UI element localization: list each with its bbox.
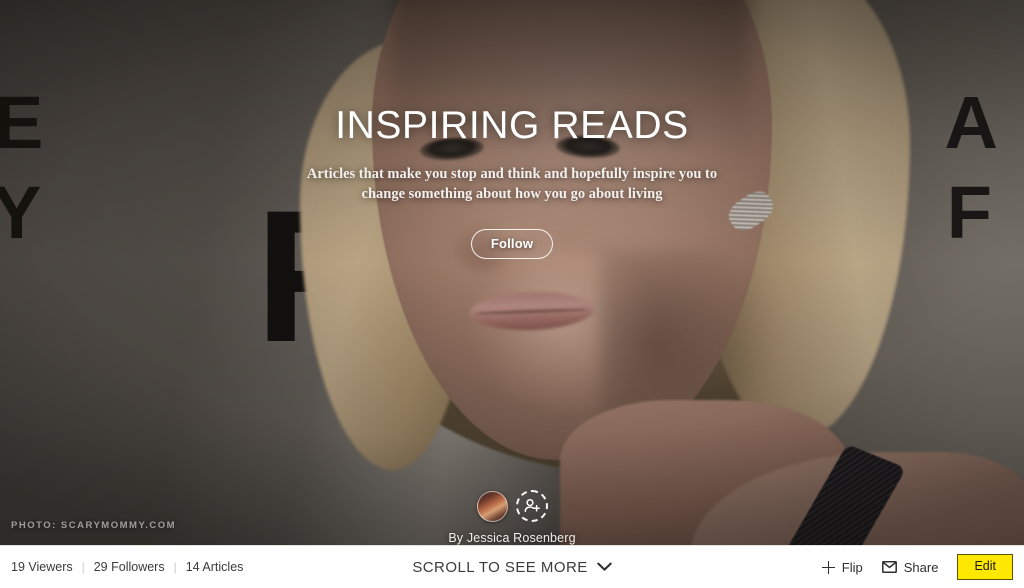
flip-button[interactable]: Flip [821,559,863,575]
stats-group: 19 Viewers | 29 Followers | 14 Articles [11,560,243,574]
chevron-down-icon [596,562,612,571]
cover-content: INSPIRING READS Articles that make you s… [0,0,1024,545]
magazine-description: Articles that make you stop and think an… [306,165,718,203]
share-label: Share [903,559,939,575]
flip-label: Flip [841,559,863,575]
stat-viewers: 19 Viewers [11,560,73,574]
stat-separator: | [81,560,85,574]
photo-credit: PHOTO: SCARYMOMMY.COM [11,520,177,531]
plus-icon [821,560,835,574]
bar-actions-group: Flip Share Edit [821,553,1013,581]
bottom-action-bar: 19 Viewers | 29 Followers | 14 Articles … [0,545,1024,588]
scroll-cta-label: SCROLL TO SEE MORE [412,558,588,576]
stat-separator: | [173,560,177,574]
edit-button[interactable]: Edit [957,553,1013,581]
follow-button[interactable]: Follow [470,228,554,259]
add-contributor-icon[interactable] [515,490,548,522]
scroll-to-see-more-button[interactable]: SCROLL TO SEE MORE [392,559,632,576]
avatar[interactable] [476,490,508,522]
stat-articles: 14 Articles [185,560,244,574]
contributors-row [476,490,548,522]
envelope-icon [881,561,897,573]
stat-followers: 29 Followers [93,560,165,574]
flipboard-magazine-cover: E Y R E A F [0,0,1024,588]
cover-hero: E Y R E A F [0,0,1024,545]
byline: By Jessica Rosenberg [448,531,576,545]
magazine-title: INSPIRING READS [335,104,689,147]
share-button[interactable]: Share [881,559,939,575]
